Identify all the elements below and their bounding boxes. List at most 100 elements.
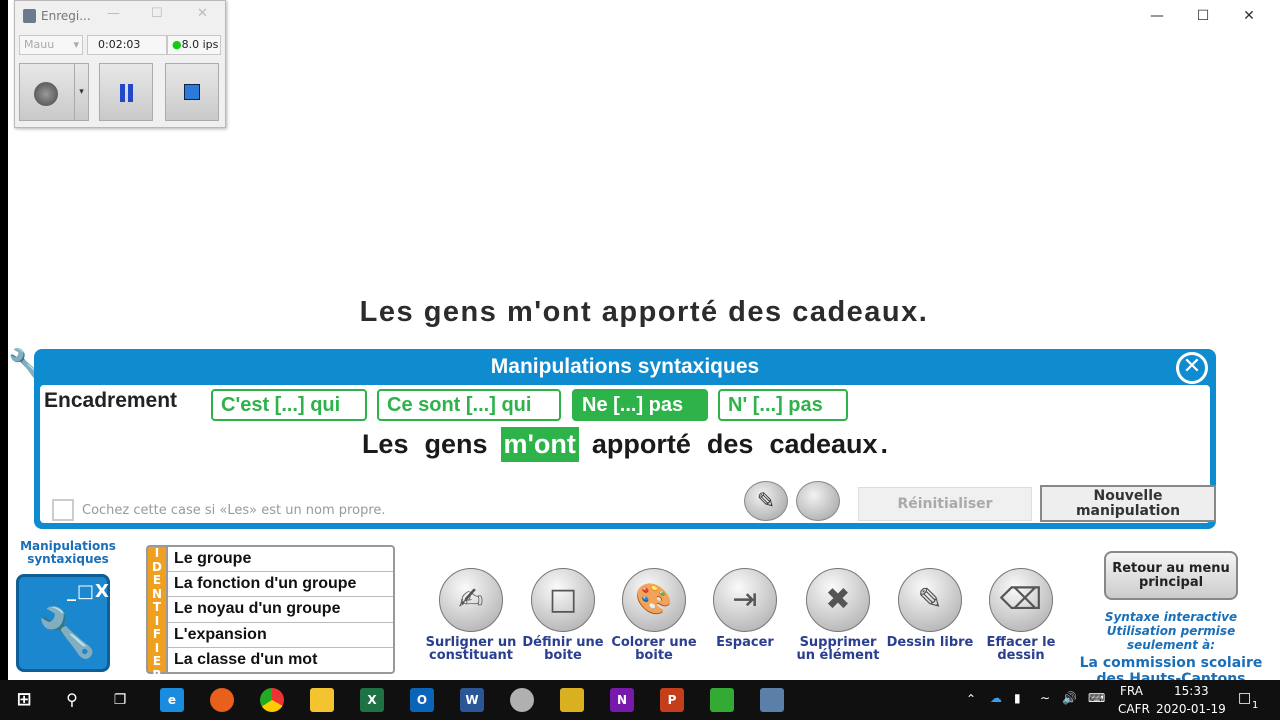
tool-definir-boite[interactable]: □ Définir une boite xyxy=(515,568,611,662)
enc-ne-pas-button[interactable]: Ne [...] pas xyxy=(572,389,708,421)
box-icon: □ xyxy=(531,568,595,632)
powerpoint-icon[interactable]: P xyxy=(660,688,684,712)
recorder-app-icon xyxy=(23,9,36,23)
dialog-body: Encadrement C'est [...] qui Ce sont [...… xyxy=(40,385,1216,523)
clock-date[interactable]: 2020-01-19 xyxy=(1156,702,1226,716)
sentence-word[interactable]: des xyxy=(704,427,757,462)
pause-button[interactable] xyxy=(99,63,153,121)
recorder-elapsed: 0:02:03 xyxy=(87,35,167,55)
recorder-maximize-button[interactable]: ☐ xyxy=(151,6,163,21)
record-button[interactable]: ▾ xyxy=(19,63,89,121)
identifier-vertical-label: I D E N T I F I E R xyxy=(146,545,168,681)
new-manipulation-button[interactable]: Nouvelle manipulation xyxy=(1040,485,1216,522)
stop-button[interactable] xyxy=(165,63,219,121)
back-to-menu-button[interactable]: Retour au menu principal xyxy=(1104,551,1238,600)
app-logo[interactable]: _□X 🔧 xyxy=(16,574,110,672)
dialog-title: Manipulations syntaxiques xyxy=(490,355,760,378)
tool-effacer-dessin[interactable]: ⌫ Effacer le dessin xyxy=(973,568,1069,662)
wifi-icon[interactable]: ∼ xyxy=(1040,691,1050,705)
x-delete-icon: ✖ xyxy=(806,568,870,632)
chevron-down-icon: ▾ xyxy=(73,38,79,51)
enc-cest-qui-button[interactable]: C'est [...] qui xyxy=(211,389,367,421)
reset-button[interactable]: Réinitialiser xyxy=(858,487,1032,521)
sentence-word[interactable]: Les xyxy=(359,427,412,462)
notification-icon[interactable]: □ xyxy=(1238,690,1251,706)
app-window: — ☐ ✕ Enregi... — ☐ ✕ Mauu ▾ 0:02:03 ●8.… xyxy=(8,0,1280,687)
pause-icon xyxy=(120,84,125,102)
space-arrow-icon: ⇥ xyxy=(713,568,777,632)
clock-time[interactable]: 15:33 xyxy=(1174,684,1209,698)
sentence-word[interactable]: gens xyxy=(421,427,490,462)
close-window-button[interactable]: ✕ xyxy=(1226,4,1272,28)
onedrive-icon[interactable]: ☁ xyxy=(990,691,1002,705)
enc-ce-sont-qui-button[interactable]: Ce sont [...] qui xyxy=(377,389,561,421)
identify-item-noyau[interactable]: Le noyau d'un groupe xyxy=(168,597,393,623)
identify-item-groupe[interactable]: Le groupe xyxy=(168,547,393,573)
search-icon[interactable]: ⚲ xyxy=(60,688,84,712)
recorder-minimize-button[interactable]: — xyxy=(107,6,120,21)
enc-n-pas-button[interactable]: N' [...] pas xyxy=(718,389,848,421)
dialog-close-button[interactable]: ✕ xyxy=(1176,352,1208,384)
notification-count: 1 xyxy=(1252,700,1259,711)
chevron-up-icon[interactable]: ⌃ xyxy=(966,692,976,706)
edge-icon[interactable]: e xyxy=(160,688,184,712)
recorder-mode-select[interactable]: Mauu ▾ xyxy=(19,35,83,55)
language-layout[interactable]: CAFR xyxy=(1118,702,1150,716)
proper-noun-checkbox[interactable] xyxy=(52,499,74,521)
paint-icon[interactable] xyxy=(510,688,534,712)
maximize-button[interactable]: ☐ xyxy=(1180,4,1226,28)
close-icon: ✕ xyxy=(1182,354,1202,379)
record-icon xyxy=(34,82,58,106)
word-icon[interactable]: W xyxy=(460,688,484,712)
firefox-icon[interactable] xyxy=(210,688,234,712)
taskbar: ⊞ ⚲ ❐ e X O W N P ⌃ ☁ ▮ ∼ 🔊 ⌨ FRA CAFR 1… xyxy=(0,680,1280,720)
recorder-close-button[interactable]: ✕ xyxy=(197,6,208,21)
keyboard-icon[interactable]: ⌨ xyxy=(1088,691,1105,705)
recorder-window: Enregi... — ☐ ✕ Mauu ▾ 0:02:03 ●8.0 ips … xyxy=(14,0,226,128)
pencil-tool-icon[interactable]: ✎ xyxy=(744,481,788,521)
record-dropdown-icon[interactable]: ▾ xyxy=(74,64,88,120)
palette-icon: 🎨 xyxy=(622,568,686,632)
eraser-tool-icon[interactable] xyxy=(796,481,840,521)
proper-noun-label: Cochez cette case si «Les» est un nom pr… xyxy=(82,503,386,518)
sentence-punctuation: . xyxy=(880,429,889,459)
sentence-word[interactable]: cadeaux xyxy=(766,427,880,462)
excel-icon[interactable]: X xyxy=(360,688,384,712)
recorder-taskbar-icon[interactable] xyxy=(760,688,784,712)
recorder-fps: ●8.0 ips xyxy=(167,35,221,55)
top-sentence: Les gens m'ont apporté des cadeaux. xyxy=(359,296,929,328)
credit-block: Syntaxe interactive Utilisation permise … xyxy=(1079,610,1263,687)
manipulations-dialog: Manipulations syntaxiques ✕ Encadrement … xyxy=(34,349,1216,529)
identify-list: Le groupe La fonction d'un groupe Le noy… xyxy=(166,545,395,674)
encadrement-label: Encadrement xyxy=(44,389,178,412)
tool-supprimer[interactable]: ✖ Supprimer un élément xyxy=(790,568,886,662)
onenote-icon[interactable]: N xyxy=(610,688,634,712)
highlighter-icon: ✍ xyxy=(439,568,503,632)
sentence-word[interactable]: apporté xyxy=(589,427,694,462)
volume-icon[interactable]: 🔊 xyxy=(1062,691,1077,705)
sentence-word-highlighted[interactable]: m'ont xyxy=(500,427,579,462)
language-indicator[interactable]: FRA xyxy=(1120,684,1143,698)
tool-dessin-libre[interactable]: ✎ Dessin libre xyxy=(882,568,978,649)
windows-start-icon[interactable]: ⊞ xyxy=(12,688,36,712)
identify-item-expansion[interactable]: L'expansion xyxy=(168,623,393,648)
wrench-icon: 🔧 xyxy=(37,605,97,661)
minimize-button[interactable]: — xyxy=(1134,4,1180,28)
recorder-title: Enregi... xyxy=(41,9,91,23)
syntax-app-icon[interactable] xyxy=(710,688,734,712)
tool-surligner[interactable]: ✍ Surligner un constituant xyxy=(423,568,519,662)
stop-icon xyxy=(184,84,200,100)
window-controls-icon: _□X xyxy=(67,581,110,602)
app-logo-label: Manipulations syntaxiques xyxy=(20,539,116,566)
identify-item-fonction[interactable]: La fonction d'un groupe xyxy=(168,572,393,598)
file-explorer-icon[interactable] xyxy=(310,688,334,712)
tool-colorer-boite[interactable]: 🎨 Colorer une boite xyxy=(606,568,702,662)
tool-espacer[interactable]: ⇥ Espacer xyxy=(697,568,793,649)
pencil-icon: ✎ xyxy=(898,568,962,632)
outlook-icon[interactable]: O xyxy=(410,688,434,712)
chrome-icon[interactable] xyxy=(260,688,284,712)
task-view-icon[interactable]: ❐ xyxy=(108,688,132,712)
battery-icon[interactable]: ▮ xyxy=(1014,691,1021,705)
identify-item-classe[interactable]: La classe d'un mot xyxy=(168,648,393,673)
flask-app-icon[interactable] xyxy=(560,688,584,712)
